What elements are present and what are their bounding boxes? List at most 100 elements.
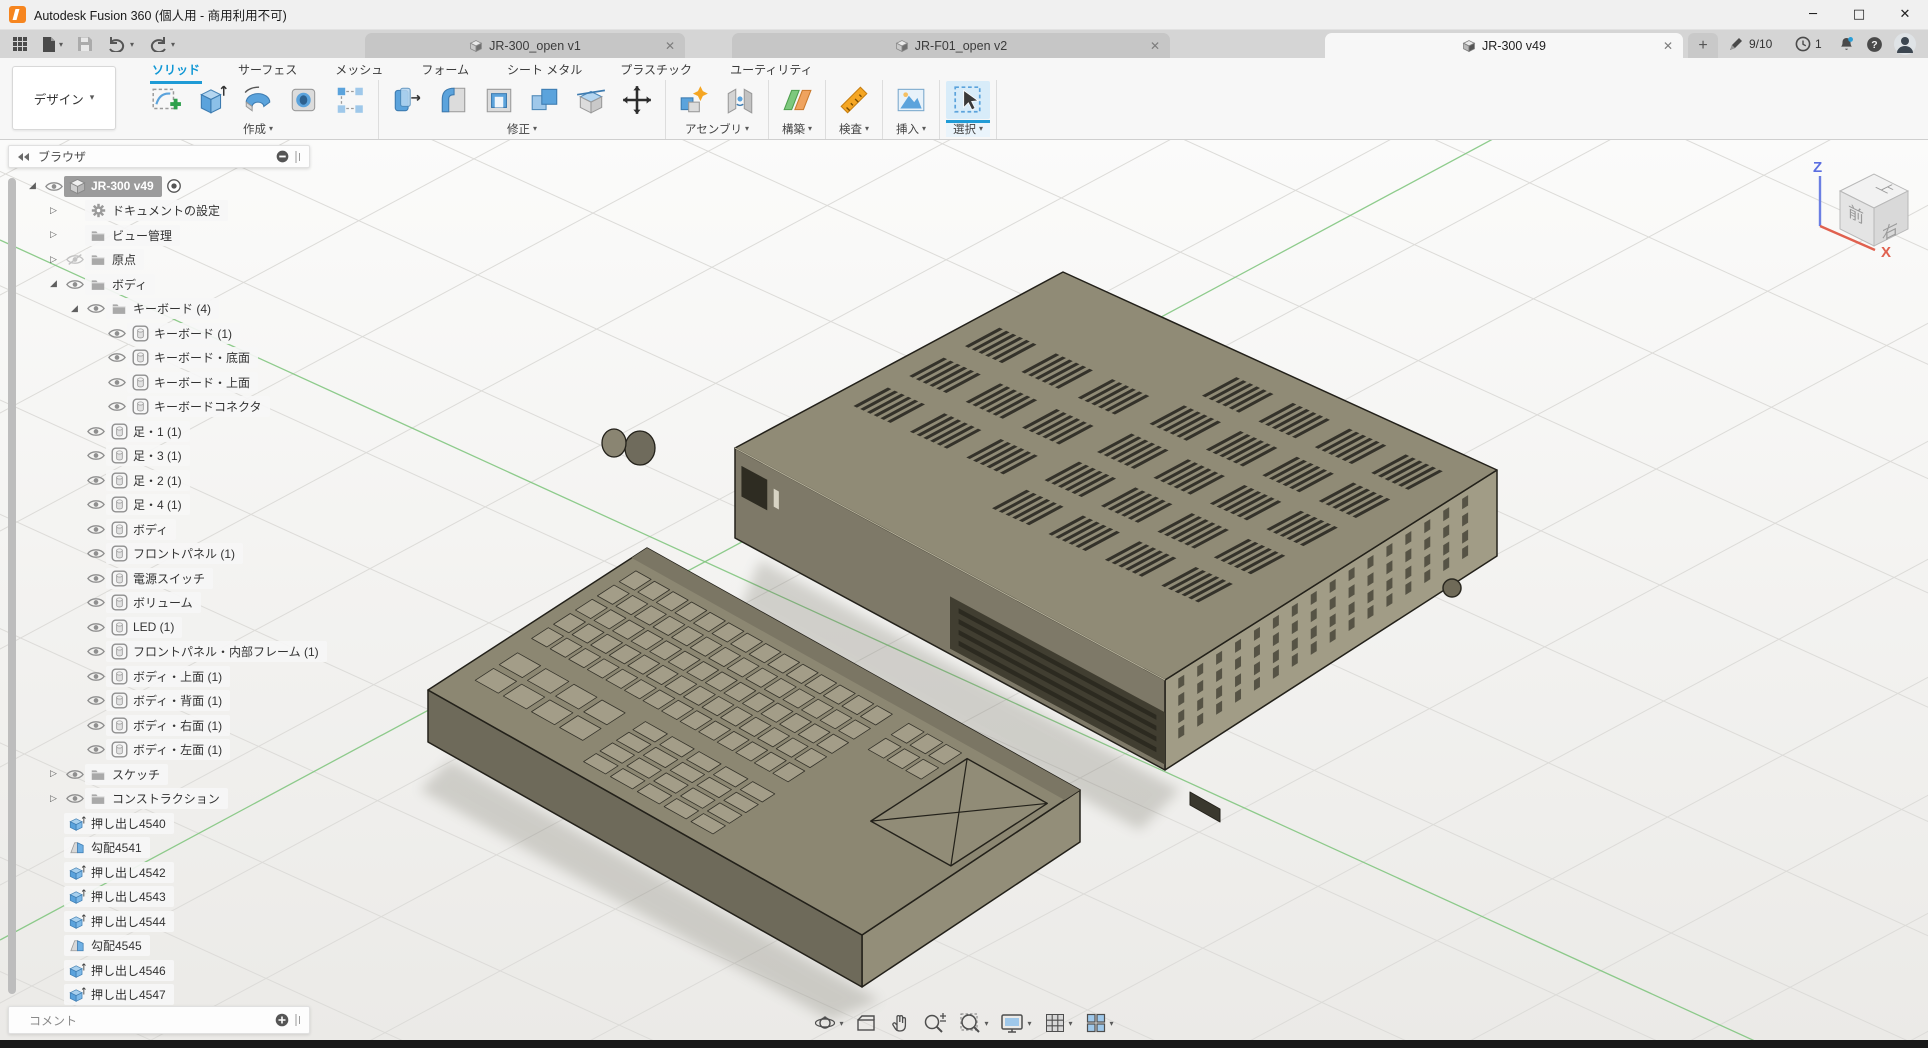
visibility-eye-icon[interactable] xyxy=(85,425,106,438)
panel-minimize-icon[interactable] xyxy=(276,150,289,163)
fillet-icon[interactable] xyxy=(431,81,475,119)
new-component-icon[interactable] xyxy=(672,81,716,119)
tree-item[interactable]: 押し出し4540 xyxy=(20,811,310,836)
group-label-inspect[interactable]: 検査▾ xyxy=(832,120,876,137)
app-grid-menu-icon[interactable] xyxy=(12,36,28,52)
tree-item[interactable]: ◢ ボディ xyxy=(20,272,310,297)
help-icon[interactable]: ? xyxy=(1866,30,1883,58)
visibility-eye-icon[interactable] xyxy=(85,523,106,536)
select-tool-icon[interactable] xyxy=(946,81,990,119)
close-button[interactable]: ✕ xyxy=(1882,0,1928,30)
tree-item[interactable]: 押し出し4543 xyxy=(20,885,310,910)
tree-item[interactable]: ▷ コンストラクション xyxy=(20,787,310,812)
tab-close-icon[interactable]: ✕ xyxy=(665,39,675,53)
measure-icon[interactable] xyxy=(832,81,876,119)
visibility-eye-icon[interactable] xyxy=(85,621,106,634)
tab-plastic[interactable]: プラスチック xyxy=(618,58,694,81)
tree-item[interactable]: ボディ・背面 (1) xyxy=(20,689,310,714)
tree-item[interactable]: ボディ・右面 (1) xyxy=(20,713,310,738)
tree-item[interactable]: 勾配4545 xyxy=(20,934,310,959)
visibility-eye-icon[interactable] xyxy=(64,792,85,805)
panel-resize-handle[interactable] xyxy=(295,151,301,163)
visibility-eye-icon[interactable] xyxy=(85,719,106,732)
visibility-eye-icon[interactable] xyxy=(85,572,106,585)
doc-tab-2[interactable]: JR-F01_open v2 ✕ xyxy=(732,33,1170,58)
file-menu-icon[interactable]: ▾ xyxy=(42,36,63,53)
tree-item[interactable]: 押し出し4542 xyxy=(20,860,310,885)
user-avatar[interactable] xyxy=(1893,30,1917,58)
visibility-eye-icon[interactable] xyxy=(106,351,127,364)
tree-item[interactable]: キーボード・上面 xyxy=(20,370,310,395)
visibility-eye-icon[interactable] xyxy=(64,253,85,266)
tree-item[interactable]: ▷ ビュー管理 xyxy=(20,223,310,248)
extrude-icon[interactable] xyxy=(190,81,234,119)
orbit-icon[interactable]: ▾ xyxy=(811,1010,846,1036)
notifications-bell[interactable] xyxy=(1838,30,1855,58)
display-settings-icon[interactable]: ▾ xyxy=(997,1010,1034,1036)
tab-mesh[interactable]: メッシュ xyxy=(333,58,385,81)
visibility-eye-icon[interactable] xyxy=(106,400,127,413)
tree-scrollbar[interactable] xyxy=(8,178,16,994)
viewports-icon[interactable]: ▾ xyxy=(1082,1010,1117,1036)
tree-item[interactable]: 足・2 (1) xyxy=(20,468,310,493)
visibility-eye-icon[interactable] xyxy=(85,498,106,511)
visibility-eye-icon[interactable] xyxy=(85,449,106,462)
pan-icon[interactable] xyxy=(886,1010,914,1036)
visibility-eye-icon[interactable] xyxy=(106,327,127,340)
tree-item[interactable]: 押し出し4544 xyxy=(20,909,310,934)
look-at-icon[interactable] xyxy=(852,1010,880,1036)
tree-item[interactable]: ボディ xyxy=(20,517,310,542)
tree-item[interactable]: ▷ ドキュメントの設定 xyxy=(20,199,310,224)
tab-solid[interactable]: ソリッド xyxy=(150,58,202,81)
group-label-modify[interactable]: 修正▾ xyxy=(385,120,659,137)
tree-item[interactable]: キーボードコネクタ xyxy=(20,395,310,420)
group-label-insert[interactable]: 挿入▾ xyxy=(889,120,933,137)
group-label-create[interactable]: 作成▾ xyxy=(144,120,372,137)
recent-activity[interactable]: 1 xyxy=(1795,30,1822,58)
tab-surface[interactable]: サーフェス xyxy=(236,58,299,81)
job-status[interactable]: 9/10 xyxy=(1728,30,1772,58)
joint-icon[interactable] xyxy=(718,81,762,119)
tab-sheetmetal[interactable]: シート メタル xyxy=(505,58,584,81)
undo-icon[interactable]: ▾ xyxy=(107,36,134,52)
tree-item[interactable]: ◢ JR-300 v49 xyxy=(20,174,310,199)
save-icon[interactable] xyxy=(77,36,93,52)
tree-item[interactable]: 足・1 (1) xyxy=(20,419,310,444)
tree-item[interactable]: 押し出し4547 xyxy=(20,983,310,1008)
visibility-eye-icon[interactable] xyxy=(85,547,106,560)
pattern-icon[interactable] xyxy=(328,81,372,119)
tree-item[interactable]: ▷ 原点 xyxy=(20,248,310,273)
new-tab-button[interactable]: + xyxy=(1688,33,1718,58)
hole-icon[interactable] xyxy=(282,81,326,119)
shell-icon[interactable] xyxy=(477,81,521,119)
tree-item[interactable]: キーボード・底面 xyxy=(20,346,310,371)
move-copy-icon[interactable] xyxy=(615,81,659,119)
insert-canvas-icon[interactable] xyxy=(889,81,933,119)
minimize-button[interactable]: ─ xyxy=(1790,0,1836,30)
visibility-eye-icon[interactable] xyxy=(85,694,106,707)
group-label-assemble[interactable]: アセンブリ▾ xyxy=(672,120,762,137)
tree-item[interactable]: 勾配4541 xyxy=(20,836,310,861)
tree-item[interactable]: ▷ スケッチ xyxy=(20,762,310,787)
tree-item[interactable]: キーボード (1) xyxy=(20,321,310,346)
visibility-eye-icon[interactable] xyxy=(85,645,106,658)
split-body-icon[interactable] xyxy=(569,81,613,119)
activate-component-radio[interactable] xyxy=(166,178,182,194)
visibility-eye-icon[interactable] xyxy=(64,278,85,291)
tree-item[interactable]: フロントパネル・内部フレーム (1) xyxy=(20,640,310,665)
redo-icon[interactable]: ▾ xyxy=(148,36,175,52)
workspace-selector[interactable]: デザイン▾ xyxy=(12,66,116,130)
tree-item[interactable]: ボディ・左面 (1) xyxy=(20,738,310,763)
doc-tab-3-active[interactable]: JR-300 v49 ✕ xyxy=(1325,33,1683,58)
doc-tab-1[interactable]: JR-300_open v1 ✕ xyxy=(365,33,685,58)
visibility-eye-icon[interactable] xyxy=(85,670,106,683)
fit-view-icon[interactable]: ▾ xyxy=(956,1010,991,1036)
tree-item[interactable]: ボディ・上面 (1) xyxy=(20,664,310,689)
visibility-eye-icon[interactable] xyxy=(43,180,64,193)
browser-header[interactable]: ブラウザ xyxy=(8,145,310,168)
visibility-eye-icon[interactable] xyxy=(106,376,127,389)
visibility-eye-icon[interactable] xyxy=(85,743,106,756)
grid-settings-icon[interactable]: ▾ xyxy=(1041,1010,1076,1036)
visibility-eye-icon[interactable] xyxy=(85,302,106,315)
tree-item[interactable]: LED (1) xyxy=(20,615,310,640)
